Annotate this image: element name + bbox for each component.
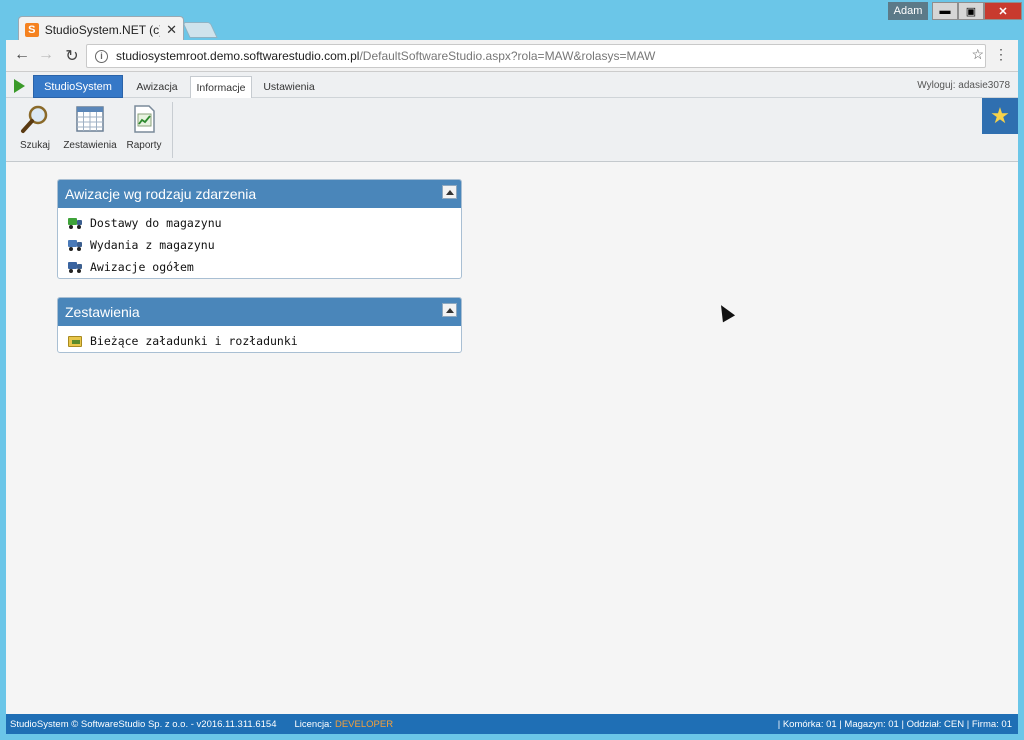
list-item-label: Bieżące załadunki i rozładunki — [90, 334, 298, 348]
play-icon[interactable] — [14, 79, 25, 93]
minimize-button[interactable]: ▬ — [932, 2, 958, 20]
list-item-label: Awizacje ogółem — [90, 260, 194, 274]
folder-icon — [68, 335, 82, 347]
ribbon-label-raporty: Raporty — [126, 140, 162, 151]
tab-title: StudioSystem.NET (c) So — [44, 22, 160, 37]
reports-ribbon-button[interactable]: Raporty — [119, 104, 169, 151]
panel-header: Zestawienia — [58, 298, 461, 326]
browser-toolbar: ← → ↻ i studiosystemroot.demo.softwarest… — [6, 40, 1018, 72]
truck-blue-icon — [68, 261, 82, 273]
ribbon-label-zestawienia: Zestawienia — [63, 140, 117, 151]
maximize-button[interactable]: ▣ — [958, 2, 984, 20]
tab-informacje[interactable]: Informacje — [190, 76, 252, 98]
tab-close-icon[interactable]: ✕ — [166, 22, 177, 38]
footer-status: | Komórka: 01 | Magazyn: 01 | Oddział: C… — [777, 719, 1012, 730]
tab-awizacja[interactable]: Awizacja — [128, 76, 186, 98]
close-window-button[interactable]: ✕ — [984, 2, 1022, 20]
app-container: StudioSystem Awizacja Informacje Ustawie… — [6, 72, 1018, 734]
list-item-label: Wydania z magazynu — [90, 238, 215, 252]
logout-link[interactable]: Wyloguj: adasie3078 — [917, 80, 1010, 91]
ribbon-label-szukaj: Szukaj — [19, 140, 50, 151]
ribbon-toolbar: Szukaj Zestawienia Raporty ★ — [6, 98, 1018, 162]
calendar-grid-icon — [76, 106, 104, 132]
panel-zestawienia: Zestawienia Bieżące załadunki i rozładun… — [57, 297, 462, 353]
tab-studiosystem[interactable]: StudioSystem — [33, 75, 123, 98]
browser-user-badge[interactable]: Adam — [888, 2, 928, 20]
panel-title: Awizacje wg rodzaju zdarzenia — [65, 186, 257, 202]
list-item-awizacje-ogolem[interactable]: Awizacje ogółem — [58, 256, 461, 278]
panel-body: Bieżące załadunki i rozładunki — [58, 326, 461, 354]
favorites-star-icon[interactable]: ★ — [982, 98, 1018, 134]
url-host: studiosystemroot.demo.softwarestudio.com… — [116, 49, 360, 63]
truck-green-icon — [68, 217, 82, 229]
footer-license-value: DEVELOPER — [334, 718, 394, 730]
bookmark-star-icon[interactable]: ☆ — [971, 46, 984, 63]
search-ribbon-button[interactable]: Szukaj — [10, 104, 60, 151]
report-chart-icon — [134, 105, 155, 133]
collapse-icon[interactable] — [442, 303, 457, 317]
list-item-zaladunki[interactable]: Bieżące załadunki i rozładunki — [58, 330, 461, 352]
status-footer: StudioSystem © SoftwareStudio Sp. z o.o.… — [6, 714, 1018, 734]
reload-icon[interactable]: ↻ — [62, 46, 82, 66]
list-item-wydania[interactable]: Wydania z magazynu — [58, 234, 461, 256]
address-bar[interactable]: i studiosystemroot.demo.softwarestudio.c… — [86, 44, 986, 68]
footer-copyright: StudioSystem © SoftwareStudio Sp. z o.o.… — [10, 718, 277, 730]
tab-ustawienia[interactable]: Ustawienia — [256, 76, 322, 98]
app-navbar: StudioSystem Awizacja Informacje Ustawie… — [6, 72, 1018, 98]
mouse-cursor-icon — [714, 301, 736, 323]
url-path: /DefaultSoftwareStudio.aspx?rola=MAW&rol… — [359, 49, 656, 63]
panel-title: Zestawienia — [65, 304, 140, 320]
panel-awizacje: Awizacje wg rodzaju zdarzenia Dostawy do… — [57, 179, 462, 279]
forward-arrow-icon[interactable]: → — [36, 46, 56, 64]
back-arrow-icon[interactable]: ← — [12, 46, 32, 64]
info-icon[interactable]: i — [95, 49, 108, 63]
magnifier-icon — [21, 105, 48, 133]
browser-tab[interactable]: S StudioSystem.NET (c) So ✕ — [18, 16, 184, 42]
browser-menu-icon[interactable]: ⋮ — [994, 46, 1008, 63]
panel-body: Dostawy do magazynu Wydania z magazynu A… — [58, 208, 461, 280]
ribbon-separator — [172, 102, 173, 158]
collapse-icon[interactable] — [442, 185, 457, 199]
panel-header: Awizacje wg rodzaju zdarzenia — [58, 180, 461, 208]
studiosystem-favicon-icon: S — [25, 22, 39, 37]
window-titlebar: S StudioSystem.NET (c) So ✕ Adam ▬ ▣ ✕ — [0, 0, 1024, 42]
reports-summary-ribbon-button[interactable]: Zestawienia — [63, 104, 117, 151]
list-item-dostawy[interactable]: Dostawy do magazynu — [58, 212, 461, 234]
new-tab-button[interactable] — [182, 22, 218, 38]
list-item-label: Dostawy do magazynu — [90, 216, 222, 230]
footer-license-label: Licencja: — [294, 718, 332, 730]
truck-blue-icon — [68, 239, 82, 251]
